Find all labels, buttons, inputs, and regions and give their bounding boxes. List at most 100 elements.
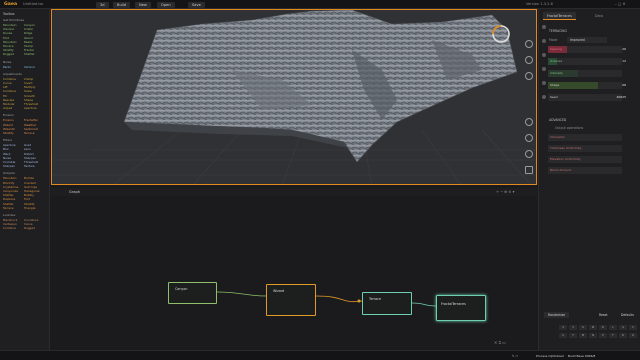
sidebar-node-item[interactable]: Triangle	[24, 206, 35, 210]
tab-node-name[interactable]: FractalTerraces	[543, 12, 576, 20]
sidebar-node-item[interactable]: Terrace	[24, 131, 35, 135]
menu-open[interactable]: Open	[157, 1, 175, 8]
sidebar-category[interactable]: Filters	[3, 138, 47, 142]
settings-icon[interactable]	[525, 134, 533, 142]
sidebar-node-item[interactable]: Adjust	[3, 106, 12, 110]
info-icon[interactable]	[542, 25, 546, 29]
camera-view-icon[interactable]	[525, 150, 533, 158]
shortcut-key[interactable]: T	[569, 333, 577, 338]
advanced-property[interactable]: Elevation Uniformity	[548, 156, 636, 163]
shortcut-key[interactable]: R	[619, 333, 627, 338]
viewport-tools	[523, 40, 535, 185]
node-wizard[interactable]: Wizard	[266, 284, 316, 316]
node-terrace[interactable]: Terrace	[362, 292, 412, 315]
slider-track[interactable]	[548, 94, 622, 101]
version-text: Version 1.3.2.6	[526, 2, 553, 6]
mode-select[interactable]: Improved	[567, 36, 607, 43]
top-bar: Gaea Untitled.tor 3d Build New Open Save…	[0, 0, 640, 9]
shortcut-key[interactable]: P	[599, 333, 607, 338]
graph-header: Graph + − ⊕ ⊙ ▾	[51, 188, 537, 196]
node-fractalterraces[interactable]: FractalTerraces	[436, 295, 486, 321]
sidebar-node-item[interactable]: Terrace	[3, 206, 14, 210]
advanced-property[interactable]: Character	[548, 134, 636, 141]
tab-data[interactable]: Data	[591, 12, 607, 20]
shortcut-key[interactable]: 3	[569, 325, 577, 330]
sidebar-node-item[interactable]: Sharpen	[3, 164, 15, 168]
section-terracing: TERRACING	[549, 29, 567, 33]
sidebar-node-item[interactable]: Combine	[3, 226, 16, 230]
sidebar-category[interactable]: Lookdev	[3, 213, 47, 217]
shortcut-key[interactable]: A	[559, 333, 567, 338]
property-label: Spacing	[550, 47, 562, 51]
camera-icon[interactable]	[525, 40, 533, 48]
sidebar-node-item[interactable]: Stratify	[3, 131, 14, 135]
graph-icon[interactable]	[542, 53, 546, 57]
list-icon[interactable]	[542, 39, 546, 43]
property-value: 68	[622, 83, 626, 87]
shortcut-key[interactable]: S	[619, 325, 627, 330]
link-icon[interactable]	[542, 95, 546, 99]
sidebar-node-item[interactable]: Rugged	[3, 52, 14, 56]
shortcut-key[interactable]: F	[609, 333, 617, 338]
color-icon[interactable]	[525, 118, 533, 126]
graph-wires: ✕ ⌗ ▭	[216, 291, 506, 345]
shortcut-key[interactable]: 4	[559, 325, 567, 330]
property-slider[interactable]: Spacing 26	[548, 46, 636, 53]
menu-save[interactable]: Save	[188, 1, 205, 8]
gaea-app: Gaea Untitled.tor 3d Build New Open Save…	[0, 0, 640, 360]
shortcut-key[interactable]: O	[629, 333, 637, 338]
property-label: Intensity	[550, 71, 564, 75]
defaults-button[interactable]: Defaults	[619, 312, 636, 318]
svg-text:✕ ⌗ ▭: ✕ ⌗ ▭	[494, 340, 506, 345]
sidebar-category[interactable]: Outputs	[3, 171, 47, 175]
shortcut-key[interactable]: C	[629, 325, 637, 330]
property-label: Seed	[550, 95, 558, 99]
node-graph[interactable]: ✕ ⌗ ▭ Canyon Wizard Terrace FractalTerra…	[51, 196, 537, 348]
terrain-render	[52, 10, 536, 184]
sidebar-node-item[interactable]: Texture	[24, 164, 35, 168]
property-value: 12	[622, 59, 626, 63]
window-controls[interactable]: – ▢ ✕	[615, 0, 626, 9]
menu-new[interactable]: New	[135, 1, 151, 8]
shortcut-key[interactable]: D	[599, 325, 607, 330]
export-icon[interactable]	[525, 166, 533, 174]
sidebar-category[interactable]: Erosion	[3, 113, 47, 117]
menu-build[interactable]: Build	[113, 1, 131, 8]
sidebar-node-item[interactable]: Voronoi	[24, 65, 35, 69]
node-canyon[interactable]: Canyon	[168, 282, 217, 304]
reset-button[interactable]: Reset	[597, 312, 610, 318]
shortcut-key[interactable]: M	[579, 333, 587, 338]
property-slider[interactable]: Seed 40625	[548, 94, 636, 101]
shortcut-key[interactable]: L	[609, 325, 617, 330]
layers-icon[interactable]	[542, 67, 546, 71]
sidebar-node-item[interactable]: Shatter	[24, 52, 35, 56]
sidebar-category[interactable]: Get Primitives	[3, 18, 47, 22]
section-advanced: ADVANCED	[549, 118, 567, 122]
sidebar-category[interactable]: Adjustments	[3, 72, 47, 76]
mode-label: Mode	[549, 38, 558, 42]
file-name: Untitled.tor	[23, 2, 44, 6]
shortcut-key[interactable]: W	[589, 325, 597, 330]
3d-viewport[interactable]	[51, 9, 537, 185]
light-icon[interactable]	[525, 56, 533, 64]
graph-zoom-icons[interactable]: + − ⊕ ⊙ ▾	[496, 188, 514, 196]
grid-icon[interactable]	[525, 72, 533, 80]
sidebar-node-item[interactable]: Rugged	[24, 226, 35, 230]
advanced-property[interactable]: Blend Amount	[548, 167, 636, 174]
menu-3d[interactable]: 3d	[96, 1, 109, 8]
property-slider[interactable]: Octaves 12	[548, 58, 636, 65]
sidebar-node-item[interactable]: Aperture	[24, 106, 37, 110]
tag-icon[interactable]	[542, 81, 546, 85]
randomize-button[interactable]: Randomize	[544, 312, 570, 318]
sidebar-category[interactable]: Noise	[3, 60, 47, 64]
toolbox-sidebar: Toolbox Get Primitives Mountain Canyon Volca…	[0, 9, 50, 360]
shortcut-key[interactable]: N	[589, 333, 597, 338]
advanced-property[interactable]: Thickness Uniformity	[548, 145, 636, 152]
shortcut-key[interactable]: 6	[579, 325, 587, 330]
property-slider[interactable]: Shape 68	[548, 82, 636, 89]
status-icons[interactable]: ✎ ▭	[512, 351, 518, 360]
property-label: Elevation Uniformity	[550, 157, 581, 161]
property-slider[interactable]: Intensity	[548, 70, 636, 77]
sidebar-node-item[interactable]: Perlin	[3, 65, 11, 69]
property-label: Character	[550, 135, 565, 139]
